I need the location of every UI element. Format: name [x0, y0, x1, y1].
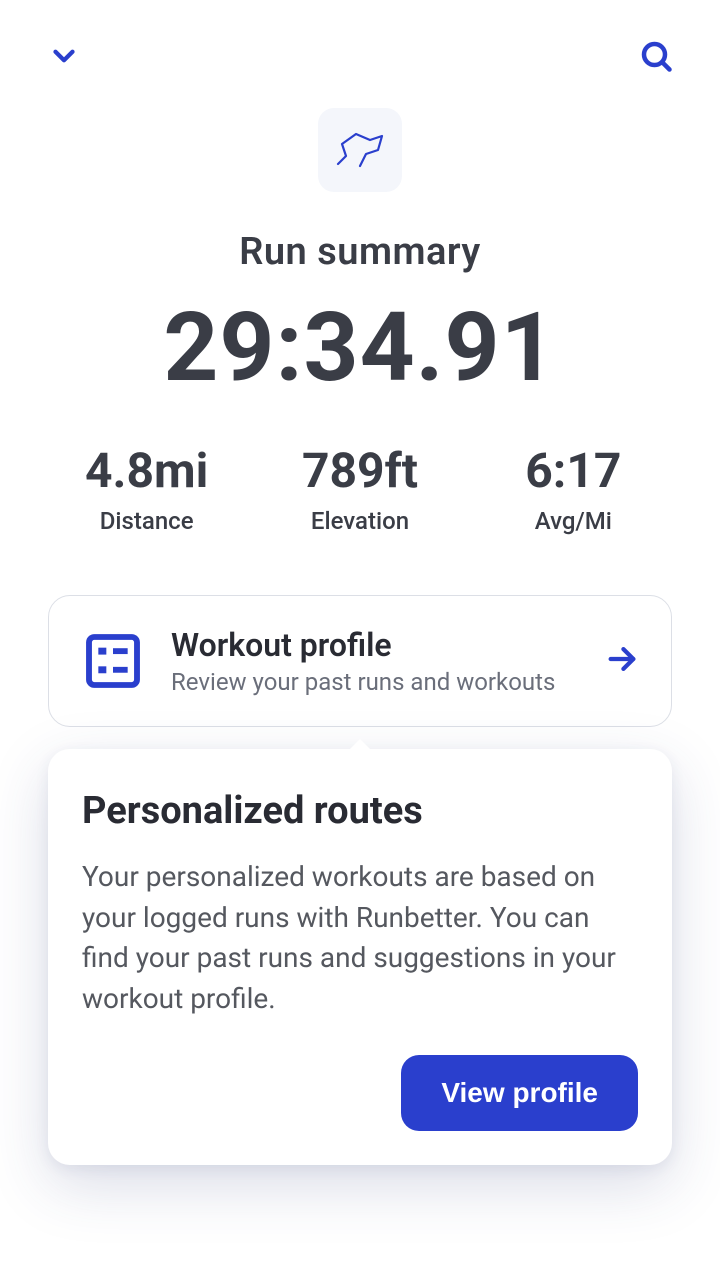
stat-value: 4.8mi	[40, 442, 253, 499]
stat-elevation: 789ft Elevation	[253, 442, 466, 535]
route-icon	[332, 126, 388, 174]
stat-value: 6:17	[467, 442, 680, 499]
search-button[interactable]	[632, 32, 680, 80]
popover-actions: View profile	[82, 1055, 638, 1131]
search-icon	[638, 38, 674, 74]
stats-row: 4.8mi Distance 789ft Elevation 6:17 Avg/…	[0, 442, 720, 535]
popover-caret-icon	[348, 739, 372, 751]
profile-card-subtitle: Review your past runs and workouts	[171, 668, 579, 696]
arrow-right-icon	[605, 642, 639, 680]
stat-distance: 4.8mi Distance	[40, 442, 253, 535]
route-thumbnail	[318, 108, 402, 192]
view-profile-button[interactable]: View profile	[401, 1055, 638, 1131]
chevron-down-icon	[47, 39, 81, 73]
popover-body: Your personalized workouts are based on …	[82, 857, 638, 1019]
popover-title: Personalized routes	[82, 789, 638, 833]
collapse-button[interactable]	[40, 32, 88, 80]
summary-time: 29:34.91	[0, 292, 720, 404]
stat-label: Elevation	[253, 507, 466, 535]
stat-value: 789ft	[253, 442, 466, 499]
popover-container: Personalized routes Your personalized wo…	[48, 749, 672, 1165]
profile-card-text: Workout profile Review your past runs an…	[171, 626, 579, 696]
workout-profile-card[interactable]: Workout profile Review your past runs an…	[48, 595, 672, 727]
stat-label: Avg/Mi	[467, 507, 680, 535]
stat-avg-mi: 6:17 Avg/Mi	[467, 442, 680, 535]
list-details-icon	[81, 629, 145, 693]
stat-label: Distance	[40, 507, 253, 535]
profile-card-title: Workout profile	[171, 626, 579, 664]
summary-title: Run summary	[0, 230, 720, 274]
personalized-routes-popover: Personalized routes Your personalized wo…	[48, 749, 672, 1165]
header	[0, 0, 720, 80]
